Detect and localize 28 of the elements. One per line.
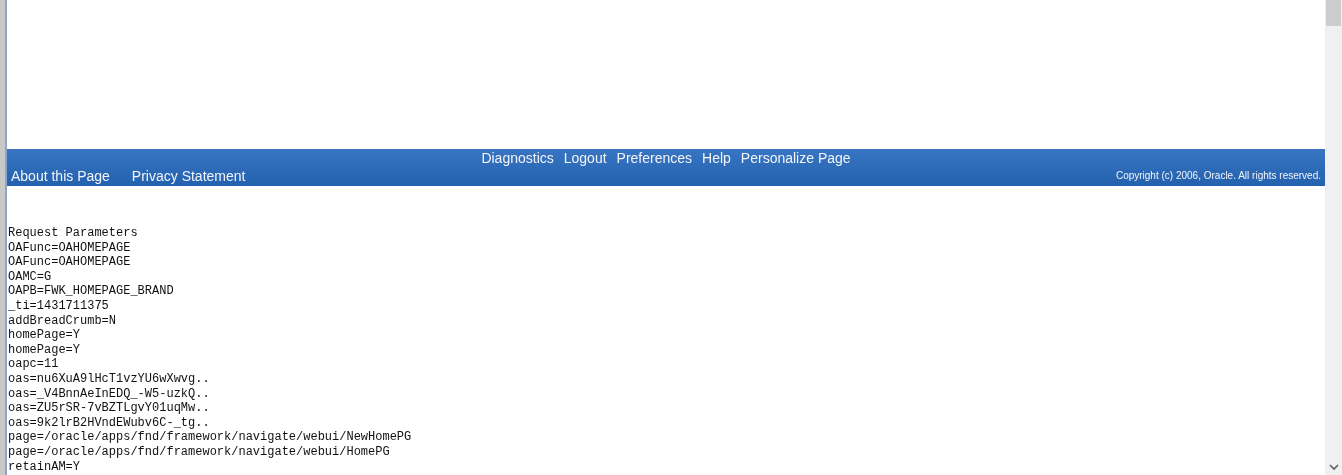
parameter-line: homePage=Y — [8, 342, 81, 358]
parameter-line: homePage=Y — [8, 328, 81, 343]
parameter-line: addBreadCrumb=N — [8, 313, 118, 329]
parameter-line: OAPB=FWK_HOMEPAGE_BRAND — [8, 284, 175, 299]
scroll-down-icon[interactable] — [1328, 464, 1339, 471]
global-link[interactable]: Logout — [563, 150, 607, 166]
scroll-thumb[interactable] — [1326, 0, 1341, 26]
parameter-line: oas=nu6XuA9lHcT1vzYU6wXwvg.. — [8, 371, 211, 387]
section-title: Request Parameters — [8, 226, 139, 241]
parameter-line: retainAM=Y — [8, 459, 81, 475]
global-link[interactable]: Personalize Page — [740, 150, 851, 166]
parameter-line: _ti=1431711375 — [8, 298, 110, 314]
parameter-line: OAMC=G — [8, 269, 53, 285]
footer-link[interactable]: Privacy Statement — [131, 167, 246, 184]
global-link[interactable]: Diagnostics — [481, 150, 554, 166]
parameter-line: oas=9k2lrB2HVndEWubv6C-_tg.. — [8, 415, 211, 431]
copyright-text: Copyright (c) 2006, Oracle. All rights reserved. — [1115, 170, 1321, 181]
parameter-line: oas=ZU5rSR-7vBZTLgvY01uqMw.. — [8, 401, 211, 416]
global-link[interactable]: Help — [702, 150, 731, 166]
parameter-line: OAFunc=OAHOMEPAGE — [8, 240, 132, 256]
parameter-line: page=/oracle/apps/fnd/framework/navigate/webui/HomePG — [8, 444, 391, 460]
global-link[interactable]: Preferences — [616, 150, 693, 166]
parameter-line: OAFunc=OAHOMEPAGE — [8, 255, 132, 270]
parameter-line: page=/oracle/apps/fnd/framework/navigate/webui/NewHomePG — [8, 430, 413, 445]
parameter-line: oas=_V4BnnAeInEDQ_-W5-uzkQ.. — [8, 386, 211, 402]
scrollbar[interactable] — [1325, 0, 1342, 475]
footer-link[interactable]: About this Page — [11, 167, 110, 184]
parameter-line: oapc=11 — [8, 357, 60, 372]
